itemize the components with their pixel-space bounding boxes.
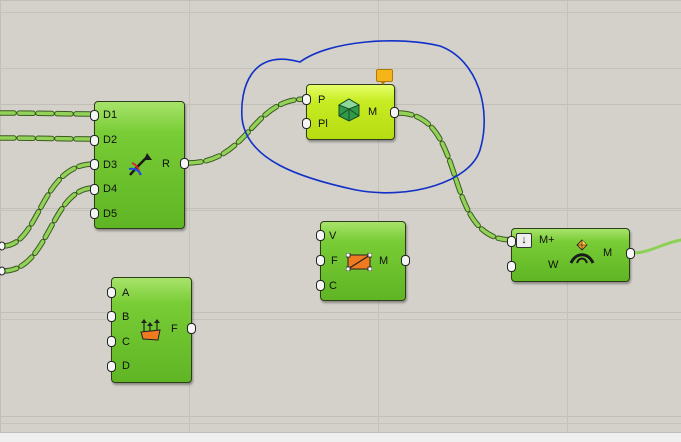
output-port-m[interactable] [401, 255, 410, 266]
quad-face-icon [346, 253, 372, 271]
down-arrow-icon[interactable]: ↓ [516, 233, 532, 248]
input-port-d2[interactable] [90, 135, 99, 146]
input-d4-label: D4 [103, 183, 118, 195]
input-c-label: C [329, 280, 337, 292]
mesh-component[interactable]: P Pl M [306, 84, 395, 140]
output-f-label: F [171, 323, 178, 335]
input-port-d[interactable] [107, 361, 116, 372]
input-port-mplus[interactable] [507, 236, 516, 247]
merge-arrows-icon [128, 153, 152, 176]
input-d3-label: D3 [103, 159, 118, 171]
input-port-f[interactable] [316, 255, 325, 266]
wire-weave-out [630, 238, 681, 255]
weave-component[interactable]: ↓ M+ W M [511, 228, 630, 282]
input-port-w[interactable] [507, 261, 516, 272]
input-port-c[interactable] [316, 280, 325, 291]
output-port-r[interactable] [180, 158, 189, 169]
input-port-d5[interactable] [90, 208, 99, 219]
face-tool-component[interactable]: A B C D F [111, 277, 192, 383]
output-m-label: M [603, 247, 613, 259]
input-port-d1[interactable] [90, 110, 99, 121]
dangling-port [0, 241, 6, 251]
input-port-v[interactable] [316, 230, 325, 241]
polyhedron-mesh-icon [337, 98, 361, 122]
input-port-pl[interactable] [302, 118, 311, 129]
input-d-label: D [122, 360, 130, 372]
dangling-port [0, 266, 6, 276]
output-port-f[interactable] [187, 323, 196, 334]
input-port-c[interactable] [107, 336, 116, 347]
merge-component[interactable]: D1 D2 D3 D4 D5 R [94, 101, 185, 229]
input-a-label: A [122, 287, 130, 299]
weaver-icon [569, 239, 595, 264]
input-b-label: B [122, 311, 130, 323]
input-v-label: V [329, 230, 337, 242]
input-c-label: C [122, 336, 130, 348]
input-mplus-label: M+ [539, 234, 555, 246]
output-port-m[interactable] [626, 248, 635, 259]
input-f-label: F [331, 255, 338, 267]
speech-bubble-warning-icon[interactable] [376, 69, 393, 85]
input-port-p[interactable] [302, 94, 311, 105]
input-d2-label: D2 [103, 134, 118, 146]
input-port-d4[interactable] [90, 184, 99, 195]
input-d1-label: D1 [103, 109, 118, 121]
output-port-m[interactable] [390, 107, 399, 118]
input-p-label: P [318, 94, 326, 106]
input-port-d3[interactable] [90, 159, 99, 170]
output-m-label: M [368, 106, 378, 118]
mesh-face-component[interactable]: V F C M [320, 221, 406, 301]
input-w-label: W [548, 259, 559, 271]
face-arrows-icon [140, 319, 161, 341]
output-m-label: M [379, 255, 389, 267]
input-port-b[interactable] [107, 311, 116, 322]
input-d5-label: D5 [103, 208, 118, 220]
output-r-label: R [162, 158, 170, 170]
input-port-a[interactable] [107, 287, 116, 298]
input-pl-label: Pl [318, 118, 328, 130]
wire-r-to-p [184, 96, 309, 166]
